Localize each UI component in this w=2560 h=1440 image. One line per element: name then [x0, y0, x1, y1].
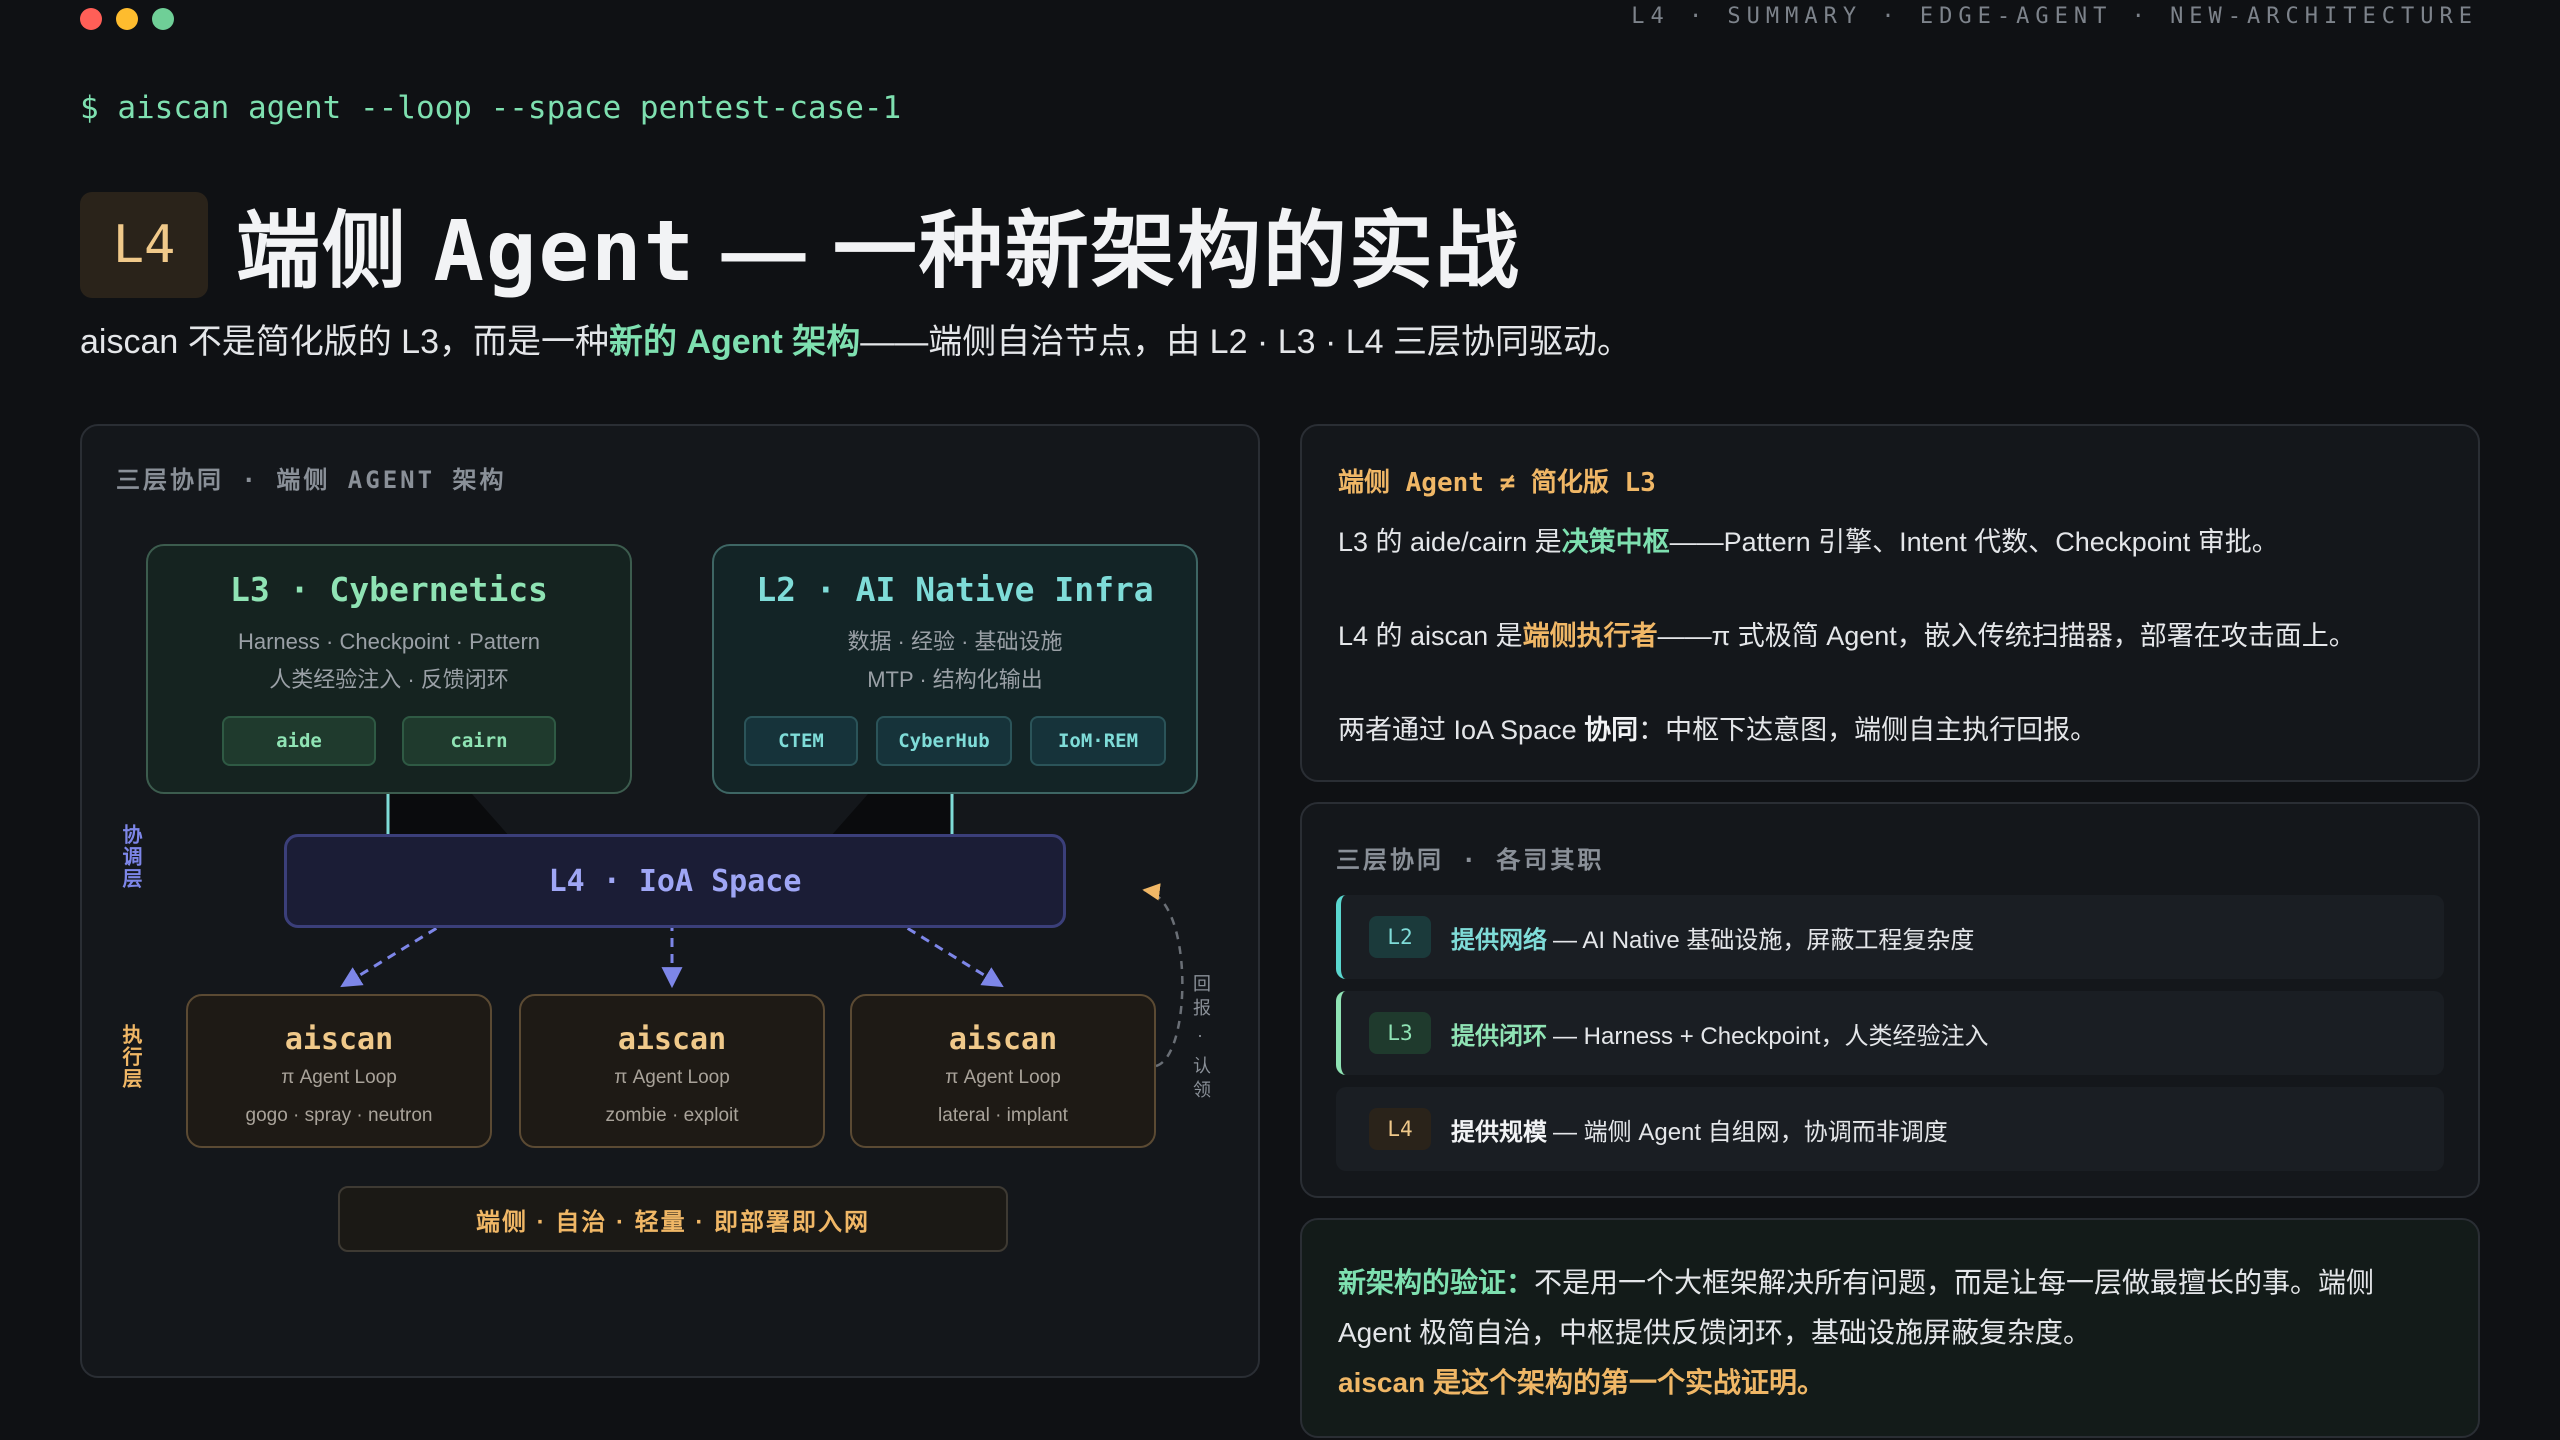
coordination-layer-label: 协调层 — [119, 824, 141, 890]
l2-title: L2 · AI Native Infra — [756, 570, 1154, 609]
page-title-row: L4 端侧 Agent — 一种新架构的实战 — [80, 184, 1521, 305]
l3-chips: aide cairn — [148, 716, 630, 766]
node-tags: lateral · implant — [938, 1105, 1068, 1126]
verification-body-1: 不是用一个大框架解决所有问题，而是让每一层做最擅长的事。端侧 — [1534, 1267, 2375, 1298]
subtitle-before: aiscan 不是简化版的 L3，而是一种 — [80, 323, 609, 361]
role-desc: — Harness + Checkpoint，人类经验注入 — [1553, 1022, 1989, 1050]
card-line-3: 两者通过 IoA Space 协同：中枢下达意图，端侧自主执行回报。 — [1338, 711, 2442, 749]
minimize-window-button[interactable] — [116, 8, 138, 30]
aiscan-node-1: aiscan π Agent Loop gogo · spray · neutr… — [186, 994, 492, 1148]
l2-sub-line-2: MTP · 结构化输出 — [867, 667, 1043, 692]
roles-list: L2 提供网络 — AI Native 基础设施，屏蔽工程复杂度 L3 提供闭环… — [1336, 895, 2444, 1171]
card-line-1: L3 的 aide/cairn 是决策中枢——Pattern 引擎、Intent… — [1338, 523, 2442, 561]
role-desc: — AI Native 基础设施，屏蔽工程复杂度 — [1553, 926, 1975, 954]
node-tags: zombie · exploit — [605, 1105, 739, 1126]
node-tags: gogo · spray · neutron — [245, 1105, 433, 1126]
l3-subtitle: Harness · Checkpoint · Pattern 人类经验注入 · … — [148, 623, 630, 699]
l3-cybernetics-box: L3 · Cybernetics Harness · Checkpoint · … — [146, 544, 632, 794]
role-key: 提供网络 — [1451, 926, 1547, 954]
line3-a: 两者通过 IoA Space — [1338, 715, 1585, 745]
chip-ctem: CTEM — [744, 716, 858, 766]
layer-roles-card: 三层协同 · 各司其职 L2 提供网络 — AI Native 基础设施，屏蔽工… — [1300, 802, 2480, 1198]
role-key: 提供规模 — [1451, 1118, 1547, 1146]
l4-ioa-space-box: L4 · IoA Space — [284, 834, 1066, 928]
aiscan-node-3: aiscan π Agent Loop lateral · implant — [850, 994, 1156, 1148]
line2-highlight: 端侧执行者 — [1522, 621, 1658, 651]
role-desc: — 端侧 Agent 自组网，协调而非调度 — [1553, 1118, 1948, 1146]
node-title: aiscan — [284, 1022, 394, 1057]
aiscan-node-2: aiscan π Agent Loop zombie · exploit — [519, 994, 825, 1148]
card-heading: 端侧 Agent ≠ 简化版 L3 — [1338, 468, 1656, 498]
chip-aide: aide — [222, 716, 376, 766]
role-row-l4: L4 提供规模 — 端侧 Agent 自组网，协调而非调度 — [1336, 1087, 2444, 1171]
role-row-l2: L2 提供网络 — AI Native 基础设施，屏蔽工程复杂度 — [1336, 895, 2444, 979]
chip-cairn: cairn — [402, 716, 556, 766]
maximize-window-button[interactable] — [152, 8, 174, 30]
node-title: aiscan — [948, 1022, 1058, 1057]
architecture-diagram-panel: 三层协同 · 端侧 AGENT 架构 L3 · Cybernetics Harn… — [80, 424, 1260, 1378]
edge-traits-pill: 端侧 · 自治 · 轻量 · 即部署即入网 — [338, 1186, 1008, 1252]
line3-b: ：中枢下达意图，端侧自主执行回报。 — [1638, 715, 2098, 745]
level-badge: L4 — [80, 191, 208, 298]
l2-subtitle: 数据 · 经验 · 基础设施 MTP · 结构化输出 — [714, 623, 1196, 699]
verification-card: 新架构的验证：不是用一个大框架解决所有问题，而是让每一层做最擅长的事。端侧 Ag… — [1300, 1218, 2480, 1438]
title-part-b: — 一种新架构的实战 — [696, 204, 1521, 298]
l3-sub-line-2: 人类经验注入 · 反馈闭环 — [269, 667, 509, 692]
report-claim-label: 回报 · 认领 — [1191, 974, 1211, 1104]
l3-sub-line-1: Harness · Checkpoint · Pattern — [237, 629, 541, 654]
role-badge: L2 — [1369, 916, 1431, 958]
ioa-to-node-1-arrow — [340, 918, 451, 988]
line3-highlight: 协同 — [1584, 715, 1639, 745]
line2-b: ——π 式极简 Agent，嵌入传统扫描器，部署在攻击面上。 — [1657, 621, 2356, 651]
node-subtitle: π Agent Loop — [614, 1067, 730, 1088]
page-title: 端侧 Agent — 一种新架构的实战 — [236, 184, 1521, 305]
breadcrumb: L4 · SUMMARY · EDGE-AGENT · NEW-ARCHITEC… — [1631, 4, 2478, 29]
node-subtitle: π Agent Loop — [945, 1067, 1061, 1088]
edge-agent-card: 端侧 Agent ≠ 简化版 L3 L3 的 aide/cairn 是决策中枢—… — [1300, 424, 2480, 782]
chip-cyberhub: CyberHub — [876, 716, 1012, 766]
page-subtitle: aiscan 不是简化版的 L3，而是一种新的 Agent 架构——端侧自治节点… — [80, 314, 1631, 363]
execution-layer-label: 执行层 — [119, 1024, 141, 1090]
chip-iom-rem: IoM·REM — [1030, 716, 1166, 766]
l2-ai-native-infra-box: L2 · AI Native Infra 数据 · 经验 · 基础设施 MTP … — [712, 544, 1198, 794]
verification-lead: 新架构的验证： — [1338, 1267, 1535, 1298]
role-badge: L3 — [1369, 1012, 1431, 1054]
verification-line-1: 新架构的验证：不是用一个大框架解决所有问题，而是让每一层做最擅长的事。端侧 — [1338, 1258, 2442, 1308]
card-line-2: L4 的 aiscan 是端侧执行者——π 式极简 Agent，嵌入传统扫描器，… — [1338, 617, 2442, 655]
title-part-a: 端侧 — [236, 204, 434, 298]
line2-a: L4 的 aiscan 是 — [1338, 621, 1523, 651]
title-part-mono: Agent — [433, 202, 697, 300]
line1-b: ——Pattern 引擎、Intent 代数、Checkpoint 审批。 — [1669, 527, 2279, 557]
l2-sub-line-1: 数据 · 经验 · 基础设施 — [847, 629, 1063, 654]
line1-highlight: 决策中枢 — [1561, 527, 1670, 557]
role-row-l3: L3 提供闭环 — Harness + Checkpoint，人类经验注入 — [1336, 991, 2444, 1075]
terminal-prompt: $ aiscan agent --loop --space pentest-ca… — [80, 90, 902, 126]
l2-chips: CTEM CyberHub IoM·REM — [714, 716, 1196, 766]
role-key: 提供闭环 — [1451, 1022, 1547, 1050]
window-controls — [80, 8, 174, 30]
subtitle-highlight: 新的 Agent 架构 — [609, 323, 861, 361]
node-title: aiscan — [617, 1022, 727, 1057]
l3-title: L3 · Cybernetics — [230, 570, 548, 609]
verification-conclusion: aiscan 是这个架构的第一个实战证明。 — [1338, 1367, 1825, 1398]
close-window-button[interactable] — [80, 8, 102, 30]
line1-a: L3 的 aide/cairn 是 — [1338, 527, 1562, 557]
ioa-to-node-3-arrow — [893, 918, 1004, 988]
role-badge: L4 — [1369, 1108, 1431, 1150]
subtitle-after: ——端侧自治节点，由 L2 · L3 · L4 三层协同驱动。 — [860, 323, 1631, 361]
verification-body-2: Agent 极简自治，中枢提供反馈闭环，基础设施屏蔽复杂度。 — [1338, 1317, 2091, 1348]
node-subtitle: π Agent Loop — [281, 1067, 397, 1088]
roles-label: 三层协同 · 各司其职 — [1336, 846, 1605, 874]
